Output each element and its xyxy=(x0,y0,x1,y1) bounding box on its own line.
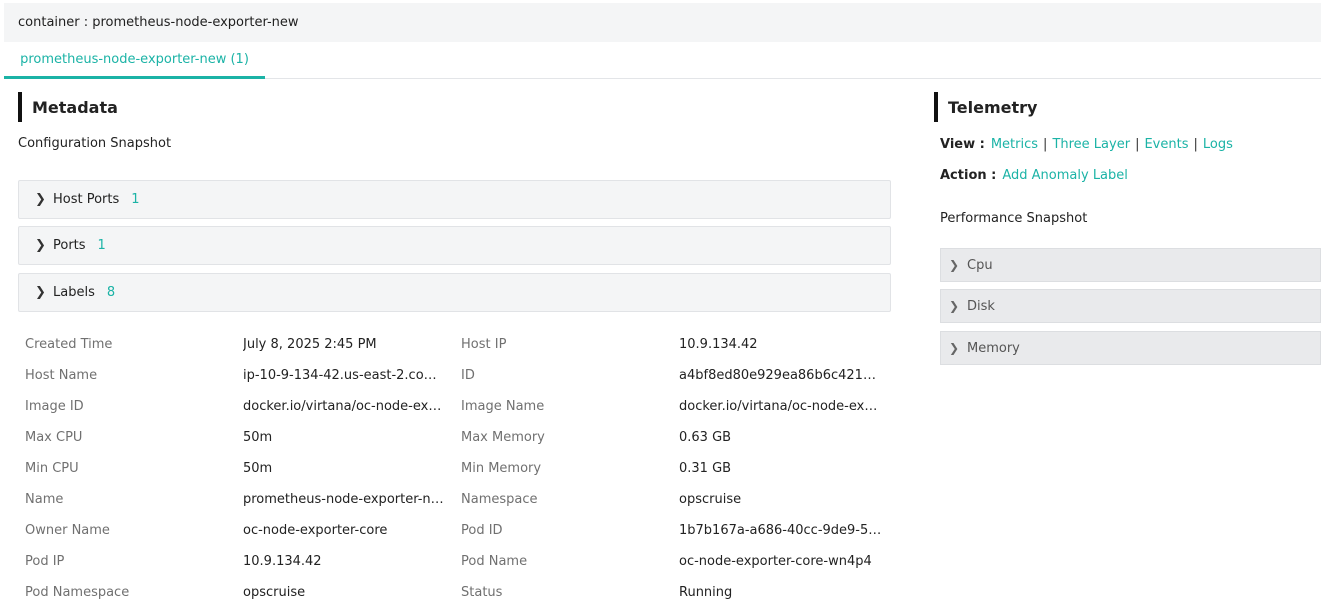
logs-link[interactable]: Logs xyxy=(1203,137,1233,152)
status-value: Running xyxy=(679,585,733,600)
separator: | xyxy=(1043,137,1048,152)
status-key: Status xyxy=(461,585,503,600)
labels-count: 8 xyxy=(106,285,116,300)
min-memory-value: 0.31 GB xyxy=(679,461,732,476)
table-row: Pod Namespace opscruise Status Running xyxy=(25,585,895,606)
table-row: Max CPU 50m Max Memory 0.63 GB xyxy=(25,430,895,461)
page-header: container : prometheus-node-exporter-new xyxy=(4,3,1321,42)
pod-name-key: Pod Name xyxy=(461,554,528,569)
separator: | xyxy=(1135,137,1140,152)
id-value: a4bf8ed80e929ea86b6c4211a3… xyxy=(679,368,882,383)
pod-namespace-key: Pod Namespace xyxy=(25,585,130,600)
events-link[interactable]: Events xyxy=(1144,137,1188,152)
image-id-value: docker.io/virtana/oc-node-expo… xyxy=(243,399,446,414)
host-ports-label: Host Ports xyxy=(53,192,120,207)
tab-bar: prometheus-node-exporter-new (1) xyxy=(4,42,1321,79)
page-title: container : prometheus-node-exporter-new xyxy=(18,15,299,30)
max-cpu-key: Max CPU xyxy=(25,430,83,445)
host-ip-value: 10.9.134.42 xyxy=(679,337,758,352)
three-layer-link[interactable]: Three Layer xyxy=(1052,137,1130,152)
tab-prometheus-node-exporter-new[interactable]: prometheus-node-exporter-new (1) xyxy=(4,42,265,79)
table-row: Name prometheus-node-exporter-new Namesp… xyxy=(25,492,895,523)
table-row: Owner Name oc-node-exporter-core Pod ID … xyxy=(25,523,895,554)
ports-label: Ports xyxy=(53,238,86,253)
max-memory-value: 0.63 GB xyxy=(679,430,732,445)
memory-label: Memory xyxy=(967,340,1020,356)
chevron-right-icon: ❯ xyxy=(35,192,46,207)
table-row: Image ID docker.io/virtana/oc-node-expo…… xyxy=(25,399,895,430)
pod-name-value: oc-node-exporter-core-wn4p4 xyxy=(679,554,872,569)
owner-name-value: oc-node-exporter-core xyxy=(243,523,388,538)
disk-label: Disk xyxy=(967,298,995,314)
namespace-key: Namespace xyxy=(461,492,538,507)
owner-name-key: Owner Name xyxy=(25,523,110,538)
host-name-key: Host Name xyxy=(25,368,98,383)
disk-accordion[interactable]: ❯ Disk xyxy=(940,289,1321,323)
id-key: ID xyxy=(461,368,475,383)
separator: | xyxy=(1193,137,1198,152)
cpu-label: Cpu xyxy=(967,257,993,273)
add-anomaly-label-link[interactable]: Add Anomaly Label xyxy=(1002,168,1128,183)
max-memory-key: Max Memory xyxy=(461,430,545,445)
host-ports-count: 1 xyxy=(131,192,140,207)
namespace-value: opscruise xyxy=(679,492,742,507)
configuration-snapshot-heading: Configuration Snapshot xyxy=(18,136,172,151)
image-id-key: Image ID xyxy=(25,399,84,414)
name-key: Name xyxy=(25,492,64,507)
metrics-link[interactable]: Metrics xyxy=(991,137,1038,152)
chevron-right-icon: ❯ xyxy=(35,238,46,253)
name-value: prometheus-node-exporter-new xyxy=(243,492,446,507)
host-ports-accordion[interactable]: ❯ Host Ports 1 xyxy=(18,180,891,219)
telemetry-view-row: View : Metrics | Three Layer | Events | … xyxy=(940,137,1233,152)
max-cpu-value: 50m xyxy=(243,430,273,445)
host-name-value: ip-10-9-134-42.us-east-2.compu… xyxy=(243,368,446,383)
performance-snapshot-heading: Performance Snapshot xyxy=(940,211,1088,226)
pod-namespace-value: opscruise xyxy=(243,585,306,600)
min-memory-key: Min Memory xyxy=(461,461,542,476)
labels-label: Labels xyxy=(53,285,95,300)
memory-accordion[interactable]: ❯ Memory xyxy=(940,331,1321,365)
pod-id-key: Pod ID xyxy=(461,523,503,538)
created-time-key: Created Time xyxy=(25,337,113,352)
image-name-key: Image Name xyxy=(461,399,545,414)
table-row: Pod IP 10.9.134.42 Pod Name oc-node-expo… xyxy=(25,554,895,585)
cpu-accordion[interactable]: ❯ Cpu xyxy=(940,248,1321,282)
telemetry-title: Telemetry xyxy=(934,92,1037,122)
created-time-value: July 8, 2025 2:45 PM xyxy=(243,337,377,352)
table-row: Min CPU 50m Min Memory 0.31 GB xyxy=(25,461,895,492)
min-cpu-key: Min CPU xyxy=(25,461,79,476)
table-row: Host Name ip-10-9-134-42.us-east-2.compu… xyxy=(25,368,895,399)
metadata-title: Metadata xyxy=(18,92,118,122)
chevron-right-icon: ❯ xyxy=(949,299,960,313)
labels-accordion[interactable]: ❯ Labels 8 xyxy=(18,273,891,312)
host-ip-key: Host IP xyxy=(461,337,507,352)
view-label: View : xyxy=(940,137,985,152)
table-row: Created Time July 8, 2025 2:45 PM Host I… xyxy=(25,337,895,368)
min-cpu-value: 50m xyxy=(243,461,273,476)
action-label: Action : xyxy=(940,168,997,183)
pod-id-value: 1b7b167a-a686-40cc-9de9-57f0… xyxy=(679,523,882,538)
image-name-value: docker.io/virtana/oc-node-expo… xyxy=(679,399,882,414)
chevron-right-icon: ❯ xyxy=(949,341,960,355)
ports-accordion[interactable]: ❯ Ports 1 xyxy=(18,226,891,265)
chevron-right-icon: ❯ xyxy=(35,285,46,300)
ports-count: 1 xyxy=(97,238,106,253)
chevron-right-icon: ❯ xyxy=(949,258,960,272)
telemetry-action-row: Action : Add Anomaly Label xyxy=(940,168,1128,183)
pod-ip-value: 10.9.134.42 xyxy=(243,554,322,569)
pod-ip-key: Pod IP xyxy=(25,554,65,569)
